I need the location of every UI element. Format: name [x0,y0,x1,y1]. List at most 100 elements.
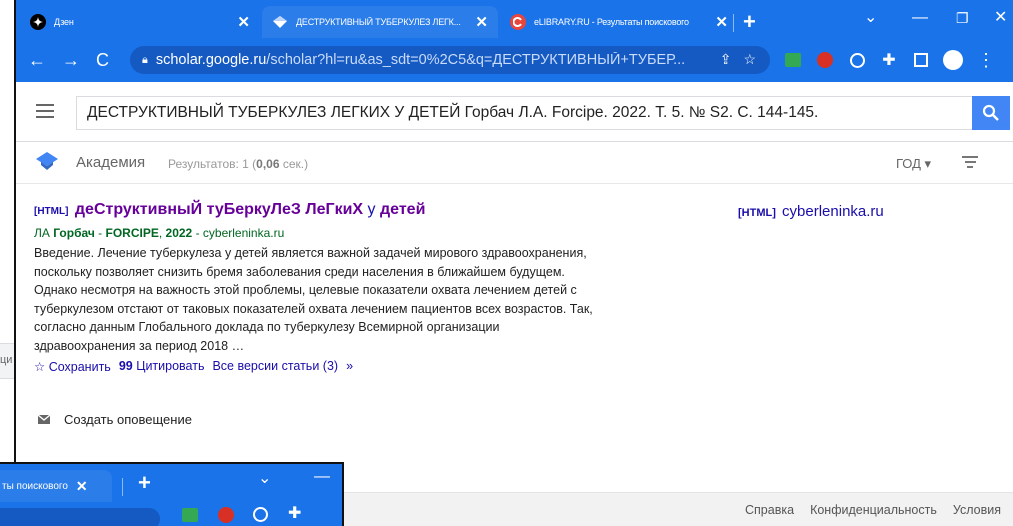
menu-kebab-icon[interactable]: ⋮ [976,50,996,70]
restore-button[interactable]: ❐ [956,6,969,30]
extension-green-icon[interactable] [182,508,198,522]
minimize-button[interactable]: — [912,6,928,30]
overlay-toolbar: ✚ [0,502,342,526]
side-link-domain: cyberleninka.ru [782,203,884,220]
close-tab-icon[interactable]: ✕ [76,478,88,495]
close-tab-icon[interactable]: ✕ [237,13,250,31]
meta-separator: - [94,226,106,240]
create-alert-button[interactable]: Создать оповещение [38,412,192,427]
reload-button[interactable]: C [96,48,109,72]
elibrary-icon [510,14,526,30]
profile-avatar-icon[interactable] [943,50,963,70]
tab-dzen[interactable]: Дзен ✕ [20,6,260,38]
url-host: scholar.google.ru [155,52,267,68]
close-tab-icon[interactable]: ✕ [475,13,488,31]
browser-window: Дзен ✕ ДЕСТРУКТИВНЫЙ ТУБЕРКУЛЕЗ ЛЕГК... … [14,0,1013,526]
publication-year: 2022 [165,226,193,240]
minimize-button[interactable]: — [314,468,330,486]
tab-separator [733,14,734,32]
journal-name: FORCIPE [105,226,159,240]
result-source: - cyberleninka.ru [192,226,285,240]
toolbar: ← → C 🔒︎ scholar.google.ru /scholar?hl=r… [16,38,1013,82]
tab-title: ДЕСТРУКТИВНЫЙ ТУБЕРКУЛЕЗ ЛЕГК... [296,17,461,27]
stats-prefix: Результатов: 1 ( [168,157,257,171]
forward-button[interactable]: → [62,48,80,72]
result-snippet: Введение. Лечение туберкулеза у детей яв… [34,246,593,353]
tab-scholar[interactable]: ДЕСТРУКТИВНЫЙ ТУБЕРКУЛЕЗ ЛЕГК... ✕ [262,6,498,38]
extension-globe-icon[interactable] [847,50,867,70]
tab-separator [122,478,123,496]
cite-button[interactable]: 99 Цитировать [119,359,205,373]
author-link[interactable]: Горбач [53,226,95,240]
help-link[interactable]: Справка [745,503,794,517]
bookmark-star-icon[interactable]: ☆ [743,51,756,68]
result-actions: ☆ Сохранить 99 Цитировать Все версии ста… [34,359,604,374]
tab-search-chevron-icon[interactable]: ⌄ [258,468,271,488]
results-stats: Результатов: 1 (0,06 сек.) [168,157,308,171]
year-filter-dropdown[interactable]: ГОД ▾ [896,156,931,172]
close-window-button[interactable]: ✕ [994,6,1007,30]
overlay-address-bar[interactable] [0,508,160,526]
fulltext-side-link[interactable]: [HTML] cyberleninka.ru [738,203,884,220]
background-window-text: ци [0,354,13,366]
url-path: /scholar?hl=ru&as_sdt=0%2C5&q=ДЕСТРУКТИВ… [266,52,686,68]
extension-shield-icon[interactable] [815,50,835,70]
stats-time: 0,06 [256,157,280,171]
star-icon: ☆ [34,359,49,374]
scholar-favicon-icon [272,14,288,30]
result-type-tag: [HTML] [34,206,69,217]
extension-globe-icon[interactable] [253,507,268,522]
tab-search-chevron-icon[interactable]: ⌄ [864,6,877,30]
back-button[interactable]: ← [28,48,46,72]
scholar-brand[interactable]: Академия [76,154,145,171]
footer-links: Справка Конфиденциальность Условия [745,503,1001,517]
terms-link[interactable]: Условия [953,503,1001,517]
all-versions-link[interactable]: Все версии статьи (3) [212,359,338,373]
meta-separator: , [158,226,166,240]
scholar-logo-icon[interactable] [36,152,58,170]
more-chevron-icon[interactable]: » [346,359,353,373]
result-title-end: детей [380,201,426,218]
overlapping-browser-window: ты поискового ✕ + ⌄ — ✚ [0,462,344,526]
background-window-chip: ци [0,343,14,379]
side-panel-icon[interactable] [911,50,931,70]
cite-label: Цитировать [136,359,205,374]
filter-icon[interactable] [962,156,978,168]
result-title[interactable]: [HTML] деСтруктивныЙ туБеркуЛеЗ ЛеГкиХ у… [34,200,604,222]
create-alert-label: Создать оповещение [64,412,192,427]
result-title-keywords: деСтруктивныЙ туБеркуЛеЗ ЛеГкиХ [74,201,364,218]
stats-suffix: сек.) [279,157,309,171]
results-subbar: Академия Результатов: 1 (0,06 сек.) ГОД … [16,142,1013,184]
search-result: [HTML] деСтруктивныЙ туБеркуЛеЗ ЛеГкиХ у… [34,200,604,374]
address-bar[interactable]: 🔒︎ scholar.google.ru /scholar?hl=ru&as_s… [130,46,770,74]
new-tab-button[interactable]: + [743,8,756,36]
extension-green-icon[interactable] [783,50,803,70]
search-icon [982,104,999,121]
lock-icon: 🔒︎ [142,53,148,66]
scholar-search-header: ДЕСТРУКТИВНЫЙ ТУБЕРКУЛЕЗ ЛЕГКИХ У ДЕТЕЙ … [16,82,1013,142]
search-button[interactable] [972,96,1010,130]
result-title-mid: у [363,201,380,218]
tab-title: Дзен [54,17,74,27]
envelope-icon [38,415,50,424]
search-query-text: ДЕСТРУКТИВНЫЙ ТУБЕРКУЛЕЗ ЛЕГКИХ У ДЕТЕЙ … [87,104,819,121]
background-window [0,0,14,526]
privacy-link[interactable]: Конфиденциальность [810,503,937,517]
menu-hamburger-icon[interactable] [36,104,54,118]
extension-shield-icon[interactable] [218,507,234,523]
extensions-puzzle-icon[interactable]: ✚ [879,50,899,70]
overlay-tab-bar: ты поискового ✕ + ⌄ — [0,464,342,502]
tab-bar: Дзен ✕ ДЕСТРУКТИВНЫЙ ТУБЕРКУЛЕЗ ЛЕГК... … [16,0,1013,38]
result-meta: ЛА Горбач - FORCIPE, 2022 - cyberleninka… [34,225,604,241]
close-tab-icon[interactable]: ✕ [715,13,728,31]
save-label: Сохранить [48,359,111,374]
search-input[interactable]: ДЕСТРУКТИВНЫЙ ТУБЕРКУЛЕЗ ЛЕГКИХ У ДЕТЕЙ … [76,96,972,130]
tab-elibrary[interactable]: eLIBRARY.RU - Результаты поискового ✕ [500,6,738,38]
save-button[interactable]: ☆ Сохранить [34,359,111,374]
quote-icon: 99 [118,359,137,374]
tab-title: eLIBRARY.RU - Результаты поискового [534,17,689,27]
overlay-tab[interactable]: ты поискового ✕ [0,470,112,502]
extensions-puzzle-icon[interactable]: ✚ [288,503,301,523]
new-tab-button[interactable]: + [138,470,151,496]
share-icon[interactable]: ⇪ [720,51,732,68]
